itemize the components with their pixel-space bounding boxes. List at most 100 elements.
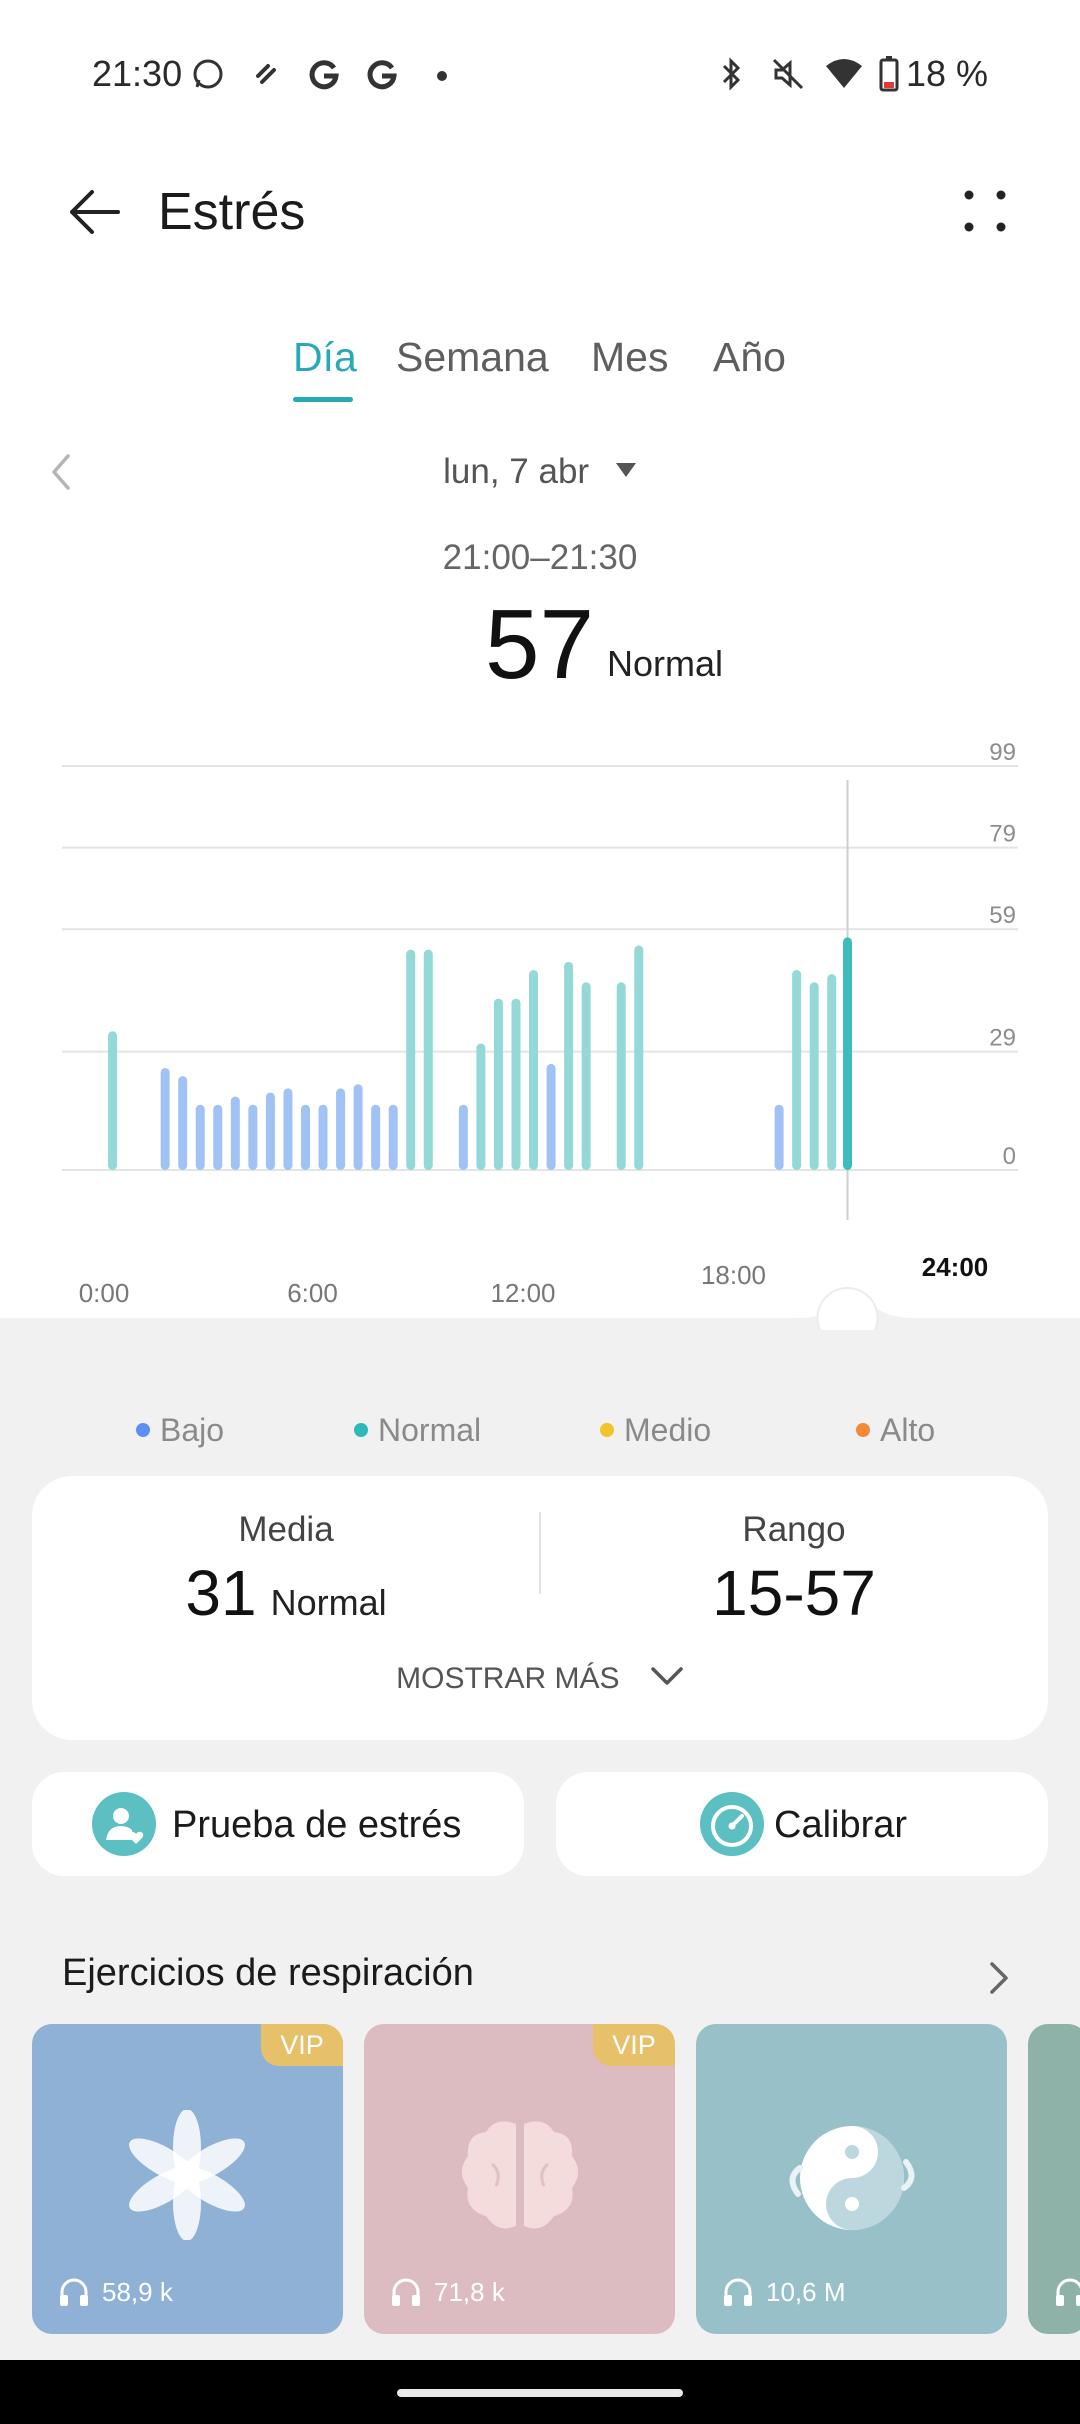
bluetooth-icon: [722, 57, 741, 91]
stress-bar: [809, 982, 819, 1170]
x-tick-label: 12:00: [490, 1278, 555, 1308]
back-arrow-icon[interactable]: [64, 182, 124, 242]
date-selector[interactable]: lun, 7 abr: [0, 452, 1080, 492]
breathing-card[interactable]: 10,6 M: [696, 2024, 1007, 2334]
x-tick-label: 6:00: [287, 1278, 338, 1308]
google-icon: [309, 60, 339, 90]
brain-icon: [462, 2121, 578, 2229]
stress-bar: [827, 974, 837, 1170]
mean-level: Normal: [270, 1582, 387, 1623]
breathing-section-title: Ejercicios de respiración: [62, 1952, 474, 1994]
date-label: lun, 7 abr: [443, 452, 590, 491]
vip-badge: VIP: [261, 2024, 343, 2066]
mute-icon: [772, 58, 804, 90]
legend-item-high: Alto: [856, 1412, 935, 1449]
home-gesture-handle[interactable]: [397, 2389, 683, 2397]
stress-bar: [511, 998, 521, 1170]
show-more-label: MOSTRAR MÁS: [396, 1662, 620, 1695]
stress-test-label: Prueba de estrés: [172, 1804, 462, 1846]
chevron-down-icon: [651, 1667, 683, 1685]
stress-bar: [493, 998, 503, 1170]
stress-bar: [581, 982, 591, 1170]
page-title: Estrés: [158, 183, 306, 241]
stress-bar: [160, 1067, 170, 1170]
stress-bar: [634, 945, 644, 1170]
stress-bar: [300, 1104, 310, 1170]
stress-bar: [564, 961, 574, 1170]
play-count: 10,6 M: [766, 2277, 846, 2307]
legend-dot: [136, 1422, 150, 1437]
stress-bar: [248, 1104, 258, 1170]
tab-active-indicator: [293, 397, 353, 402]
mean-label: Media: [238, 1510, 334, 1549]
summary-card: Media 31 Normal Rango 15-57 MOSTRAR MÁS: [32, 1476, 1048, 1740]
calibrate-label: Calibrar: [774, 1804, 908, 1846]
headphones-icon: [1056, 2278, 1080, 2306]
tab-month[interactable]: Mes: [591, 334, 668, 381]
calibrate-button[interactable]: Calibrar: [556, 1772, 1048, 1876]
selected-time-range: 21:00–21:30: [442, 538, 638, 577]
status-bar: 21:30 18 %: [0, 0, 1080, 150]
play-count: 71,8 k: [434, 2277, 505, 2307]
mean-value: 31: [185, 1557, 257, 1629]
play-count: 58,9 k: [102, 2277, 173, 2307]
system-nav-bar: [0, 2360, 1080, 2424]
stress-bar: [546, 1063, 556, 1170]
tool-icon: [256, 64, 276, 84]
gauge-icon: [700, 1792, 764, 1856]
x-tick-label: 18:00: [701, 1260, 766, 1290]
legend-label: Medio: [624, 1412, 712, 1448]
legend-label: Normal: [378, 1412, 482, 1448]
status-time: 21:30: [92, 53, 183, 94]
battery-percent: 18 %: [905, 53, 988, 94]
tab-week[interactable]: Semana: [396, 334, 549, 381]
stress-bar: [616, 982, 626, 1170]
time-scrubber-handle[interactable]: [816, 1287, 879, 1330]
stress-bar: [318, 1104, 328, 1170]
tab-day[interactable]: Día: [293, 334, 357, 381]
breathing-card[interactable]: VIP 71,8 k: [364, 2024, 675, 2334]
y-tick-label: 79: [989, 821, 1016, 848]
legend-item-normal: Normal: [354, 1412, 481, 1449]
stress-bar: [388, 1104, 398, 1170]
stress-bar: [371, 1104, 381, 1170]
stress-bar: [476, 1043, 486, 1170]
stress-bar: [213, 1104, 223, 1170]
legend-label: Bajo: [160, 1412, 225, 1448]
legend-item-low: Bajo: [136, 1412, 224, 1449]
dropdown-triangle-icon: [615, 462, 636, 477]
headphones-icon: [60, 2278, 88, 2306]
stress-test-icon: [92, 1792, 156, 1856]
stress-bar: [458, 1104, 468, 1170]
show-more-button[interactable]: MOSTRAR MÁS: [32, 1662, 1048, 1696]
headphones-icon: [392, 2278, 420, 2306]
stress-chart[interactable]: 99 79 59 29 0 0:00 6:00 12:00 18:00 24:00: [0, 730, 1080, 1330]
legend-dot: [600, 1422, 614, 1437]
stress-bar: [178, 1076, 188, 1170]
breathing-card-partial[interactable]: [1028, 2024, 1080, 2334]
tab-year[interactable]: Año: [713, 334, 786, 381]
wifi-icon: [826, 59, 862, 88]
legend-label: Alto: [880, 1412, 936, 1448]
stress-test-button[interactable]: Prueba de estrés: [32, 1772, 524, 1876]
stress-bar: [406, 949, 416, 1170]
y-tick-label: 29: [989, 1025, 1016, 1052]
yin-yang-icon: [789, 2126, 915, 2230]
range-value: 15-57: [712, 1557, 876, 1629]
stress-bar: [792, 970, 802, 1170]
legend-dot: [354, 1422, 368, 1437]
legend-dot: [856, 1422, 870, 1437]
chevron-right-icon[interactable]: [986, 1958, 1014, 1998]
stress-bar: [336, 1088, 346, 1170]
breathing-card[interactable]: VIP 58,9 k: [32, 2024, 343, 2334]
whatsapp-icon: [193, 59, 223, 89]
vip-badge: VIP: [593, 2024, 675, 2066]
legend-item-medium: Medio: [600, 1412, 711, 1449]
more-options-icon[interactable]: [960, 186, 1010, 236]
flower-icon: [129, 2110, 245, 2240]
stress-bar: [774, 1104, 784, 1170]
stress-bar: [230, 1096, 240, 1170]
y-tick-label: 99: [989, 739, 1016, 766]
stress-bar: [529, 970, 539, 1170]
battery-icon: [879, 56, 899, 92]
